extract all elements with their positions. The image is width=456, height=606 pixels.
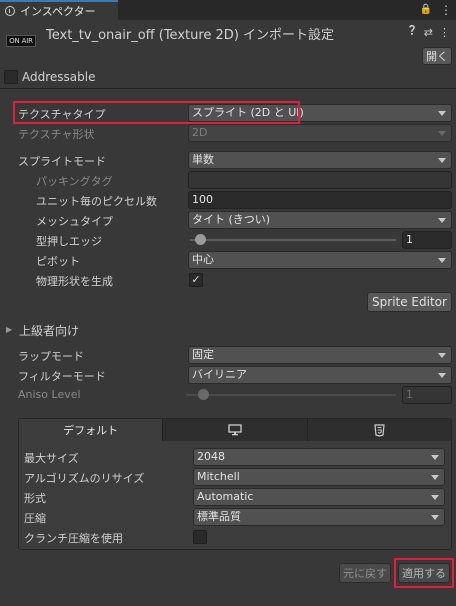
- highlight-box: [13, 101, 300, 124]
- mesh-type-dropdown[interactable]: タイト (きつい): [188, 211, 452, 229]
- divider: [0, 88, 456, 89]
- aniso-level-row: Aniso Level 1: [0, 385, 456, 405]
- inspector-header: ON AIR Text_tv_onair_off (Texture 2D) イン…: [0, 20, 456, 70]
- wrap-mode-label: ラップモード: [18, 350, 84, 363]
- wrap-mode-row: ラップモード 固定: [0, 345, 456, 365]
- max-size-label: 最大サイズ: [24, 452, 79, 465]
- sprite-mode-label: スプライトモード: [18, 155, 106, 168]
- advanced-foldout[interactable]: ▶ 上級者向け: [0, 320, 456, 340]
- highlight-box: [394, 558, 454, 588]
- sprite-mode-row: スプライトモード 単数: [0, 150, 456, 170]
- aniso-level-field: 1: [402, 386, 452, 404]
- monitor-icon: [228, 424, 242, 436]
- texture-thumbnail: ON AIR: [6, 35, 36, 47]
- addressable-label: Addressable: [22, 70, 96, 84]
- compression-row: 圧縮 標準品質: [19, 507, 451, 527]
- packing-tag-row: パッキングタグ: [0, 170, 456, 190]
- physics-shape-row: 物理形状を生成 ✓: [0, 270, 456, 290]
- aniso-slider-handle: [198, 389, 209, 400]
- pixels-per-unit-field[interactable]: 100: [188, 191, 452, 209]
- tab-bar: インスペクター 🔒 ⋮: [0, 0, 456, 20]
- info-icon: [5, 6, 15, 16]
- help-icon[interactable]: ❔: [407, 26, 418, 39]
- extrude-slider-track[interactable]: [190, 239, 396, 241]
- filter-mode-row: フィルターモード バイリニア: [0, 365, 456, 385]
- filter-mode-label: フィルターモード: [18, 370, 106, 383]
- pivot-row: ピボット 中心: [0, 250, 456, 270]
- tab-webgl[interactable]: [307, 419, 451, 441]
- platform-settings: デフォルト 最大サイズ 2048 アルゴリズムのリサイズ Mitchell 形式…: [18, 418, 452, 550]
- compression-dropdown[interactable]: 標準品質: [193, 508, 445, 526]
- mesh-type-label: メッシュタイプ: [36, 215, 113, 228]
- filter-mode-dropdown[interactable]: バイリニア: [188, 366, 452, 384]
- aniso-slider-track: [186, 394, 396, 396]
- resize-algorithm-row: アルゴリズムのリサイズ Mitchell: [19, 467, 451, 487]
- tab-default[interactable]: デフォルト: [19, 419, 164, 441]
- tab-inspector[interactable]: インスペクター: [0, 0, 118, 20]
- max-size-row: 最大サイズ 2048: [19, 447, 451, 467]
- format-label: 形式: [24, 492, 46, 505]
- compression-label: 圧縮: [24, 512, 46, 525]
- sprite-mode-dropdown[interactable]: 単数: [188, 151, 452, 169]
- packing-tag-label: パッキングタグ: [36, 175, 113, 188]
- asset-title: Text_tv_onair_off (Texture 2D) インポート設定: [46, 28, 335, 43]
- html5-icon: [374, 423, 385, 437]
- extrude-edges-row: 型押しエッジ 1: [0, 230, 456, 250]
- revert-button[interactable]: 元に戻す: [339, 563, 391, 583]
- crunch-checkbox[interactable]: [193, 530, 207, 544]
- sprite-editor-button[interactable]: Sprite Editor: [367, 292, 452, 312]
- pixels-per-unit-row: ユニット毎のピクセル数 100: [0, 190, 456, 210]
- resize-algorithm-label: アルゴリズムのリサイズ: [24, 472, 145, 485]
- aniso-level-label: Aniso Level: [18, 388, 81, 401]
- preset-icon[interactable]: ⇄: [424, 26, 433, 39]
- resize-algorithm-dropdown[interactable]: Mitchell: [193, 468, 445, 486]
- pivot-label: ピボット: [36, 255, 80, 268]
- physics-shape-label: 物理形状を生成: [36, 275, 113, 288]
- tab-default-label: デフォルト: [63, 424, 119, 437]
- max-size-dropdown[interactable]: 2048: [193, 448, 445, 466]
- physics-shape-checkbox[interactable]: ✓: [189, 273, 203, 287]
- header-menu-icon[interactable]: ⋮: [439, 26, 450, 39]
- wrap-mode-dropdown[interactable]: 固定: [188, 346, 452, 364]
- pixels-per-unit-label: ユニット毎のピクセル数: [36, 195, 157, 208]
- extrude-slider-handle[interactable]: [195, 234, 206, 245]
- extrude-edges-label: 型押しエッジ: [36, 235, 102, 248]
- tab-standalone[interactable]: [163, 419, 308, 441]
- texture-shape-dropdown: 2D: [188, 124, 452, 142]
- addressable-row: Addressable: [0, 67, 456, 87]
- extrude-edges-field[interactable]: 1: [402, 231, 452, 249]
- open-button[interactable]: 開く: [422, 47, 452, 65]
- texture-shape-label: テクスチャ形状: [18, 128, 95, 141]
- tab-label: インスペクター: [20, 5, 96, 18]
- foldout-arrow-icon: ▶: [6, 325, 13, 334]
- advanced-label: 上級者向け: [19, 324, 80, 338]
- mesh-type-row: メッシュタイプ タイト (きつい): [0, 210, 456, 230]
- crunch-row: クランチ圧縮を使用: [19, 527, 451, 547]
- addressable-checkbox[interactable]: [4, 70, 18, 84]
- lock-icon[interactable]: 🔒: [420, 3, 432, 17]
- tab-menu-icon[interactable]: ⋮: [440, 3, 452, 17]
- pivot-dropdown[interactable]: 中心: [188, 251, 452, 269]
- texture-shape-row: テクスチャ形状 2D: [0, 123, 456, 143]
- format-dropdown[interactable]: Automatic: [193, 488, 445, 506]
- crunch-label: クランチ圧縮を使用: [24, 532, 123, 545]
- format-row: 形式 Automatic: [19, 487, 451, 507]
- packing-tag-field: [188, 171, 452, 189]
